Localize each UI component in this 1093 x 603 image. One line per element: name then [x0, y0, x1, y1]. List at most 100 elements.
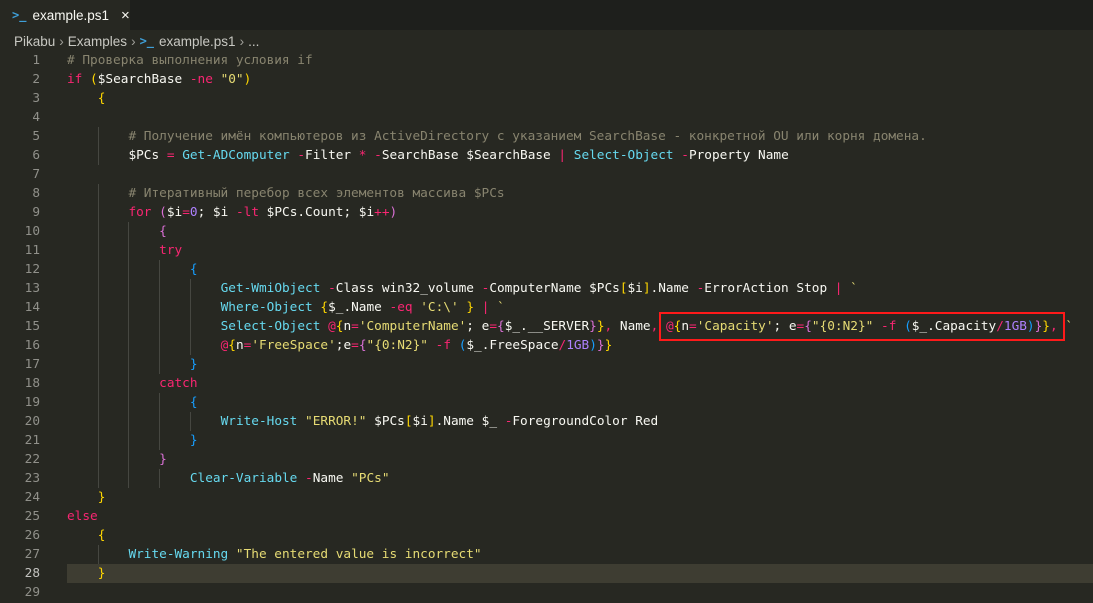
- indent-guide: [97, 317, 129, 336]
- code-line[interactable]: 20 Write-Host "ERROR!" $PCs[$i].Name $_ …: [0, 412, 1093, 431]
- code-line[interactable]: 28 }: [0, 564, 1093, 583]
- code-line[interactable]: 4: [0, 108, 1093, 127]
- code-line[interactable]: 2 if ($SearchBase -ne "0"): [0, 70, 1093, 89]
- indentation: [67, 450, 159, 469]
- code-line[interactable]: 11 try: [0, 241, 1093, 260]
- indent-guide: [128, 431, 159, 450]
- code-token: $i: [412, 414, 428, 429]
- line-number: 14: [24, 300, 40, 315]
- tab-bar: >_ example.ps1 ×: [0, 0, 1093, 30]
- code-token: @: [328, 319, 336, 334]
- indent-guide: [97, 431, 129, 450]
- code-token: =: [166, 148, 175, 163]
- line-content: try: [67, 241, 1093, 260]
- code-token: $PCs: [366, 414, 405, 429]
- line-number: 3: [32, 91, 40, 106]
- code-line[interactable]: 8 # Итеративный перебор всех элементов м…: [0, 184, 1093, 203]
- indentation: [67, 91, 98, 106]
- code-token: Where-Object: [220, 300, 313, 315]
- code-line[interactable]: 18 catch: [0, 374, 1093, 393]
- line-number: 27: [24, 547, 40, 562]
- code-token: # Проверка выполнения условия if: [67, 53, 313, 68]
- code-line[interactable]: 6 $PCs = Get-ADComputer -Filter * -Searc…: [0, 146, 1093, 165]
- code-line[interactable]: 7: [0, 165, 1093, 184]
- code-token: 0: [189, 205, 198, 220]
- code-token: "{0:N2}": [811, 319, 874, 334]
- indentation: [67, 355, 190, 374]
- code-token: .Name: [650, 281, 697, 296]
- code-token: $_.Capacity: [911, 319, 997, 334]
- code-line[interactable]: 25 else: [0, 507, 1093, 526]
- code-line[interactable]: 29: [0, 583, 1093, 602]
- indent-guide: [128, 355, 159, 374]
- code-token: ): [389, 205, 398, 220]
- code-token: 'C:\': [420, 300, 459, 315]
- code-token: else: [67, 509, 98, 524]
- code-line[interactable]: 16 @{n='FreeSpace';e={"{0:N2}" -f ($_.Fr…: [0, 336, 1093, 355]
- indent-guide: [159, 298, 190, 317]
- code-token: -f: [881, 319, 897, 334]
- code-token: Write-Host: [220, 414, 298, 429]
- code-editor[interactable]: 1 # Проверка выполнения условия if 2 if ($S…: [0, 51, 1093, 602]
- breadcrumb-symbols[interactable]: ...: [248, 34, 259, 49]
- code-token: Filter: [305, 148, 359, 163]
- code-token: ErrorAction Stop: [704, 281, 835, 296]
- powershell-icon: >_: [12, 8, 27, 22]
- line-content: [67, 108, 1093, 127]
- indent-guide: [128, 241, 159, 260]
- indentation: [67, 336, 221, 355]
- indent-guide: [189, 317, 221, 336]
- line-content: Get-WmiObject -Class win32_volume -Compu…: [67, 279, 1093, 298]
- indentation: [67, 298, 221, 317]
- code-token: n: [235, 338, 244, 353]
- line-content: {: [67, 89, 1093, 108]
- indentation: [67, 374, 159, 393]
- code-line[interactable]: 10 {: [0, 222, 1093, 241]
- code-line[interactable]: 3 {: [0, 89, 1093, 108]
- code-line[interactable]: 24 }: [0, 488, 1093, 507]
- code-line[interactable]: 26 {: [0, 526, 1093, 545]
- code-token: ): [243, 72, 252, 87]
- indent-guide: [159, 279, 190, 298]
- code-line[interactable]: 1 # Проверка выполнения условия if: [0, 51, 1093, 70]
- code-line[interactable]: 13 Get-WmiObject -Class win32_volume -Co…: [0, 279, 1093, 298]
- code-token: 1GB: [566, 338, 590, 353]
- code-line[interactable]: 9 for ($i=0; $i -lt $PCs.Count; $i++): [0, 203, 1093, 222]
- line-content: [67, 165, 1093, 184]
- close-icon[interactable]: ×: [121, 7, 130, 24]
- code-line[interactable]: 17 }: [0, 355, 1093, 374]
- indent-guide: [128, 260, 159, 279]
- line-content: {: [67, 260, 1093, 279]
- code-token: }: [466, 300, 474, 315]
- breadcrumb-examples[interactable]: Examples: [68, 34, 127, 49]
- code-line[interactable]: 27 Write-Warning "The entered value is i…: [0, 545, 1093, 564]
- code-token: }: [604, 338, 613, 353]
- line-number: 29: [24, 585, 40, 600]
- code-line[interactable]: 19 {: [0, 393, 1093, 412]
- code-line[interactable]: 15 Select-Object @{n='ComputerName'; e={…: [0, 312, 1093, 341]
- indent-guide: [97, 545, 129, 564]
- indent-guide: [67, 490, 98, 505]
- code-line[interactable]: 23 Clear-Variable -Name "PCs": [0, 469, 1093, 488]
- code-line[interactable]: 5 # Получение имён компьютеров из Active…: [0, 127, 1093, 146]
- code-line[interactable]: 21 }: [0, 431, 1093, 450]
- code-token: {: [804, 319, 812, 334]
- indent-guide: [159, 336, 190, 355]
- breadcrumb-pikabu[interactable]: Pikabu: [14, 34, 55, 49]
- code-line[interactable]: 22 }: [0, 450, 1093, 469]
- code-line[interactable]: 12 {: [0, 260, 1093, 279]
- indent-guide: [97, 450, 129, 469]
- tab-example-ps1[interactable]: >_ example.ps1 ×: [0, 0, 130, 30]
- code-line[interactable]: 14 Where-Object {$_.Name -eq 'C:\' } | `: [0, 298, 1093, 317]
- line-content: Clear-Variable -Name "PCs": [67, 469, 1093, 488]
- line-number: 4: [32, 110, 40, 125]
- breadcrumb-file[interactable]: example.ps1: [159, 34, 236, 49]
- code-token: -lt: [235, 205, 259, 220]
- line-content: }: [67, 564, 1093, 583]
- indent-guide: [67, 528, 98, 543]
